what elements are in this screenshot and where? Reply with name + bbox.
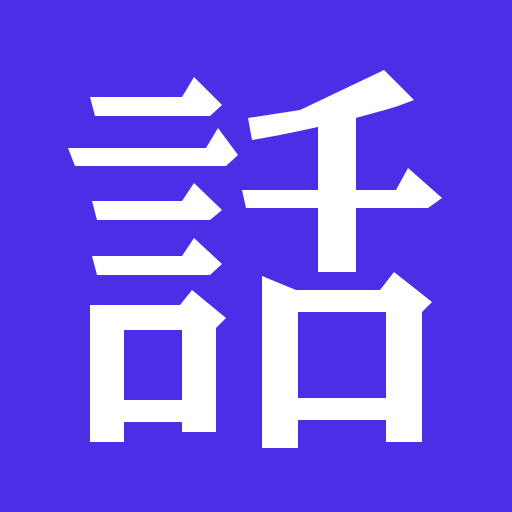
radical-bar-3	[92, 183, 222, 220]
tongue-mouth	[262, 272, 432, 448]
kanji-glyph-strokes	[68, 70, 442, 448]
radical-bar-2	[68, 128, 238, 166]
app-icon-tile: 話	[0, 0, 512, 512]
radical-mouth	[90, 290, 226, 442]
radical-bar-4	[92, 238, 222, 275]
kanji-hanashi-icon: 話	[68, 70, 442, 448]
radical-bar-1	[90, 77, 222, 116]
